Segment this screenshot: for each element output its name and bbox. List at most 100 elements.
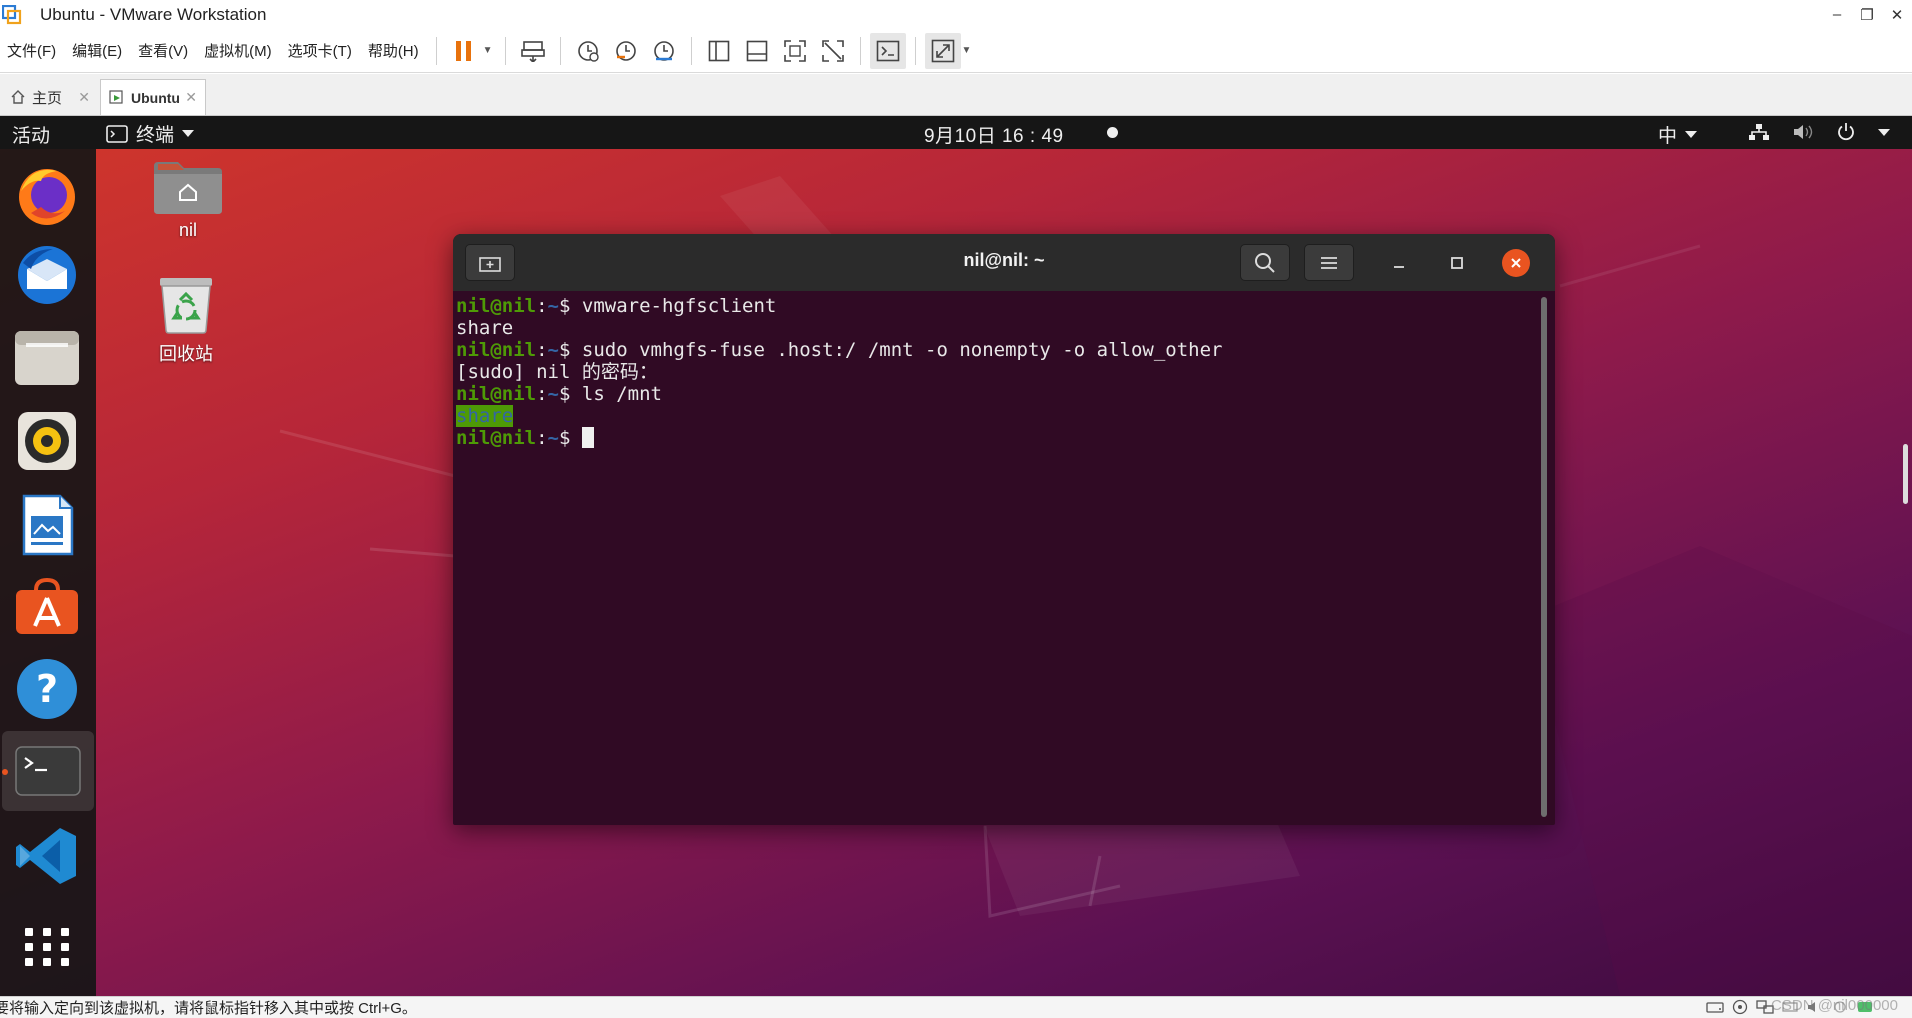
dock-vscode[interactable] <box>11 820 83 892</box>
tab-ubuntu[interactable]: Ubuntu ✕ <box>100 79 206 115</box>
chevron-down-icon <box>182 130 195 137</box>
ubuntu-software-icon <box>16 578 78 634</box>
terminal-line: nil@nil:~$ vmware-hgfsclient <box>456 295 777 317</box>
search-button[interactable] <box>1240 244 1290 281</box>
hard-disk-icon[interactable] <box>1706 999 1724 1015</box>
menu-view[interactable]: 查看(V) <box>131 29 197 73</box>
terminal-window[interactable]: nil@nil: ~ nil@nil:~$ vmware-hgfsclient s… <box>453 234 1555 825</box>
tab-home[interactable]: 主页 ✕ <box>2 79 98 115</box>
library-view-icon[interactable] <box>701 33 737 69</box>
input-method-label: 中 <box>1658 126 1678 147</box>
hamburger-menu-button[interactable] <box>1304 244 1354 281</box>
terminal-line: share <box>456 317 1530 339</box>
send-ctrl-alt-del-icon[interactable] <box>515 33 551 69</box>
guest-edge-scrollbar[interactable] <box>1903 444 1908 504</box>
cd-drive-icon[interactable] <box>1731 999 1749 1015</box>
minimize-icon <box>1394 266 1404 268</box>
snapshot-manager-icon[interactable] <box>646 33 682 69</box>
toolbar-separator <box>690 36 692 65</box>
dock-files[interactable] <box>11 321 83 393</box>
menu-help[interactable]: 帮助(H) <box>361 29 428 73</box>
input-method-indicator[interactable]: 中 <box>1658 121 1698 148</box>
menu-tabs[interactable]: 选项卡(T) <box>281 29 361 73</box>
toolbar-separator <box>859 36 861 65</box>
activities-button[interactable]: 活动 <box>12 121 50 148</box>
status-bar: 要将输入定向到该虚拟机，请将鼠标指针移入其中或按 Ctrl+G。 CSDN @n… <box>0 996 1912 1018</box>
vm-icon <box>109 89 123 104</box>
network-icon <box>1749 124 1769 140</box>
tab-label: 主页 <box>32 89 63 107</box>
vscode-icon <box>16 828 76 884</box>
prompt-user: nil@nil <box>456 383 537 405</box>
menu-edit[interactable]: 编辑(E) <box>65 29 131 73</box>
prompt-user: nil@nil <box>456 339 537 361</box>
running-indicator <box>2 769 8 775</box>
fullscreen-icon[interactable] <box>777 33 813 69</box>
close-button[interactable]: ✕ <box>1882 0 1912 29</box>
dock-help[interactable]: ? <box>11 653 83 725</box>
prompt-path: ~ <box>547 427 559 449</box>
firefox-icon <box>19 169 75 225</box>
minimize-button[interactable]: – <box>1822 0 1852 29</box>
terminal-close-button[interactable] <box>1502 249 1530 277</box>
terminal-header-bar[interactable]: nil@nil: ~ <box>453 234 1555 291</box>
ubuntu-top-bar: 活动 终端 9月10日 16 : 49 中 <box>0 116 1912 149</box>
desktop-icon-label: nil <box>178 220 197 240</box>
vm-guest-display[interactable]: 活动 终端 9月10日 16 : 49 中 ? nil 回收站 nil@nil:… <box>0 116 1912 996</box>
window-controls: – ❐ ✕ <box>1822 0 1912 29</box>
dock-firefox[interactable] <box>11 159 83 231</box>
desktop-home-folder[interactable]: nil <box>152 160 224 241</box>
terminal-icon <box>15 746 81 796</box>
command-text: vmware-hgfsclient <box>581 295 777 317</box>
system-tray[interactable] <box>1748 122 1890 142</box>
libreoffice-writer-icon <box>22 494 74 556</box>
show-applications-icon <box>25 928 69 966</box>
clock[interactable]: 9月10日 16 : 49 <box>924 121 1064 148</box>
terminal-line: [sudo] nil 的密码： <box>456 361 1530 383</box>
dock-libreoffice-writer[interactable] <box>11 489 83 561</box>
desktop-trash[interactable]: 回收站 <box>156 276 216 366</box>
pause-icon[interactable] <box>446 33 482 69</box>
menu-file[interactable]: 文件(F) <box>0 29 65 73</box>
terminal-small-icon <box>106 124 128 143</box>
vmware-workstation-window: Ubuntu - VMware Workstation – ❐ ✕ 文件(F) … <box>0 0 1912 1018</box>
terminal-output[interactable]: nil@nil:~$ vmware-hgfsclient share nil@nil… <box>453 291 1533 825</box>
stretch-guest-icon[interactable] <box>924 32 961 69</box>
ubuntu-dock: ? <box>0 149 96 996</box>
terminal-line: nil@nil:~$ ls /mnt <box>456 383 662 405</box>
app-menu-label: 终端 <box>136 125 175 146</box>
unity-icon[interactable] <box>815 33 851 69</box>
snapshot-icon[interactable] <box>570 33 606 69</box>
prompt-path: ~ <box>547 295 559 317</box>
dock-rhythmbox[interactable] <box>11 405 83 477</box>
thumbnail-bar-icon[interactable] <box>739 33 775 69</box>
chevron-down-icon <box>1878 128 1890 136</box>
close-tab-icon[interactable]: ✕ <box>185 89 197 106</box>
console-view-icon[interactable] <box>869 32 906 69</box>
terminal-minimize-button[interactable] <box>1385 249 1413 277</box>
pause-dropdown-icon[interactable]: ▼ <box>483 45 493 56</box>
terminal-line: share <box>456 405 1530 427</box>
stretch-dropdown-icon[interactable]: ▼ <box>962 45 972 56</box>
menu-vm[interactable]: 虚拟机(M) <box>197 29 281 73</box>
command-text: sudo vmhgfs-fuse .host:/ /mnt -o nonempt… <box>581 339 1223 361</box>
output-text: [sudo] nil 的密码： <box>456 361 658 383</box>
toolbar-separator <box>914 36 916 65</box>
close-tab-icon[interactable]: ✕ <box>78 89 90 106</box>
command-text: ls /mnt <box>581 383 662 405</box>
toolbar-separator <box>559 36 561 65</box>
prompt-path: ~ <box>547 339 559 361</box>
window-title: Ubuntu - VMware Workstation <box>40 4 267 24</box>
toolbar-separator <box>504 36 506 65</box>
terminal-maximize-button[interactable] <box>1443 249 1471 277</box>
dock-thunderbird[interactable] <box>11 239 83 311</box>
dock-show-applications[interactable] <box>11 911 83 983</box>
rhythmbox-icon <box>18 412 76 470</box>
restore-button[interactable]: ❐ <box>1852 0 1882 29</box>
directory-entry: share <box>456 405 514 427</box>
dock-terminal[interactable] <box>2 731 94 811</box>
app-menu-terminal[interactable]: 终端 <box>106 120 195 147</box>
revert-snapshot-icon[interactable] <box>608 33 644 69</box>
terminal-scrollbar[interactable] <box>1541 297 1547 817</box>
dock-ubuntu-software[interactable] <box>11 571 83 643</box>
